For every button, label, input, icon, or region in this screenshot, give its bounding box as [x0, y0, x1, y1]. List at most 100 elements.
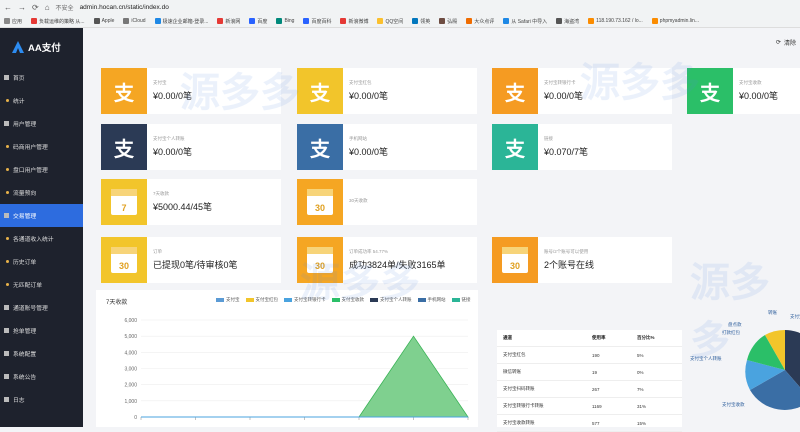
- card-label: 支付宝: [153, 80, 167, 85]
- bullet-icon: [6, 237, 9, 240]
- reload-icon[interactable]: ⟳: [32, 3, 39, 12]
- bookmark-icon: [4, 18, 10, 24]
- sidebar-menu: 首页 统计 用户管理 码商用户管理 盘口用户管理流量预向交易管理 各通道收入统计 历史订单无…: [0, 66, 83, 411]
- app-logo[interactable]: AA支付: [0, 28, 83, 66]
- bookmark-item[interactable]: 弘殿: [439, 18, 457, 25]
- y-tick-label: 1,000: [124, 399, 137, 405]
- bookmark-item[interactable]: Bing: [276, 18, 294, 24]
- bullet-icon: [6, 145, 9, 148]
- sidebar-item-label: 流量预向: [13, 191, 37, 197]
- bookmark-icon: [651, 18, 658, 24]
- card-label: 账号/2个账号可以使用: [544, 249, 589, 254]
- alipay-icon: 支: [101, 68, 147, 114]
- bookmark-item[interactable]: 负载运维的策略 从...: [31, 18, 85, 25]
- clear-button[interactable]: ⟳ 清除: [776, 38, 796, 47]
- home-icon[interactable]: ⌂: [45, 3, 50, 12]
- sidebar-item[interactable]: 系统配置: [0, 342, 83, 365]
- calendar-icon: 30: [492, 237, 538, 283]
- sidebar-item[interactable]: 抢单管理: [0, 319, 83, 342]
- sidebar-item-label: 无匹配订单: [13, 283, 42, 289]
- sidebar-item[interactable]: 无匹配订单: [0, 273, 83, 296]
- alipay-icon: 支: [101, 124, 147, 170]
- table-cell: 0%: [637, 369, 644, 375]
- channel-pie-chart: 转账支付宝盘点款打款红包支付宝个人转账支付宝收款: [690, 300, 800, 427]
- table-cell: 通道: [503, 335, 512, 340]
- sidebar-item[interactable]: 盘口用户管理: [0, 158, 83, 181]
- y-tick-label: 2,000: [124, 383, 137, 389]
- stat-card: 支 支付宝收款 ¥0.00/0笔: [687, 68, 800, 114]
- pie-label: 支付宝: [790, 314, 800, 319]
- card-value: 已提现0笔/待审核0笔: [153, 260, 238, 270]
- calendar-day: 30: [111, 247, 137, 273]
- sidebar-item-label: 日志: [13, 398, 25, 404]
- sidebar-item[interactable]: 通道账号管理: [0, 296, 83, 319]
- bookmark-icon: [31, 18, 38, 24]
- bookmark-icon: [217, 18, 224, 24]
- sidebar-item[interactable]: 历史订单: [0, 250, 83, 273]
- bookmark-icon: [439, 18, 446, 24]
- sidebar-item[interactable]: 统计: [0, 89, 83, 112]
- bookmark-item[interactable]: 百度: [249, 18, 267, 25]
- card-value: 成功3824单/失败3165单: [349, 260, 446, 270]
- bookmark-item[interactable]: 118.190.73.162 / lo...: [588, 18, 643, 24]
- card-value: ¥0.070/7笔: [544, 147, 589, 157]
- sidebar-item[interactable]: 各通道收入统计: [0, 227, 83, 250]
- bookmark-label: 领英: [420, 18, 431, 25]
- card-label: 30天收款: [349, 197, 368, 203]
- app-name: AA支付: [28, 43, 61, 54]
- bookmark-icon: [123, 18, 130, 24]
- card-label: 订单成功率 54.77%: [349, 249, 389, 254]
- alipay-icon: 支: [492, 68, 538, 114]
- bookmark-item[interactable]: 海盗湾: [556, 18, 579, 25]
- y-tick-label: 4,000: [124, 350, 137, 356]
- address-bar[interactable]: ← → ⟳ ⌂ 不安全 admin.hocan.cn/static/index.…: [0, 0, 800, 14]
- bookmark-item[interactable]: 新浪微博: [340, 18, 368, 25]
- sidebar-item[interactable]: 用户管理: [0, 112, 83, 135]
- table-cell: 577: [592, 420, 600, 426]
- card-label: 支付宝个人转账: [153, 136, 185, 141]
- sidebar-item[interactable]: 日志: [0, 388, 83, 411]
- calendar-day: 7: [111, 189, 137, 215]
- table-cell: 支付宝红包: [503, 352, 526, 357]
- card-value: 2个账号在线: [544, 260, 595, 270]
- bookmark-label: 百度百科: [311, 18, 332, 25]
- bookmark-label: Apple: [101, 18, 115, 24]
- browser-chrome: ← → ⟳ ⌂ 不安全 admin.hocan.cn/static/index.…: [0, 0, 800, 28]
- card-label: 支付宝收款: [739, 80, 762, 85]
- bookmark-item[interactable]: Apple: [93, 18, 115, 24]
- stat-card: 支 支付宝个人转账 ¥0.00/0笔: [101, 124, 281, 170]
- bookmark-item[interactable]: 极速企业邮箱-登录...: [154, 18, 208, 25]
- menu-icon: [4, 305, 9, 310]
- alipay-icon: 支: [492, 124, 538, 170]
- sidebar-item[interactable]: 码商用户管理: [0, 135, 83, 158]
- table-cell: 1169: [592, 403, 602, 409]
- card-label: 订单: [153, 249, 162, 254]
- bookmark-item[interactable]: 从 Safari 中导入: [503, 18, 547, 25]
- url-text[interactable]: admin.hocan.cn/static/index.do: [80, 4, 169, 11]
- sidebar-item[interactable]: 交易管理: [0, 204, 83, 227]
- menu-icon: [4, 328, 9, 333]
- area-series: [141, 335, 469, 418]
- bookmark-item[interactable]: 领英: [412, 18, 430, 25]
- bookmark-item[interactable]: phpmyadmin.lin...: [651, 18, 699, 24]
- sidebar-item[interactable]: 首页: [0, 66, 83, 89]
- bookmark-item[interactable]: QQ空间: [377, 18, 403, 25]
- menu-icon: [4, 374, 9, 379]
- bookmark-icon: [276, 18, 283, 24]
- bookmark-icon: [249, 18, 256, 24]
- stat-card: 30 订单成功率 54.77% 成功3824单/失败3165单: [297, 237, 477, 283]
- bookmark-item[interactable]: iCloud: [123, 18, 146, 24]
- pie-label: 转账: [768, 310, 777, 315]
- bookmark-item[interactable]: 大众点评: [466, 18, 494, 25]
- sidebar-item[interactable]: 流量预向: [0, 181, 83, 204]
- sidebar-item[interactable]: 系统公告: [0, 365, 83, 388]
- stat-card: 支 支付宝 ¥0.00/0笔: [101, 68, 281, 114]
- calendar-day: 30: [307, 247, 333, 273]
- bookmark-item[interactable]: 新浪网: [217, 18, 240, 25]
- forward-icon[interactable]: →: [18, 3, 26, 12]
- bookmark-item[interactable]: 应用: [4, 18, 22, 25]
- menu-icon: [4, 75, 9, 80]
- back-icon[interactable]: ←: [4, 3, 12, 12]
- bookmark-item[interactable]: 百度百科: [303, 18, 331, 25]
- y-tick-label: 5,000: [124, 334, 137, 340]
